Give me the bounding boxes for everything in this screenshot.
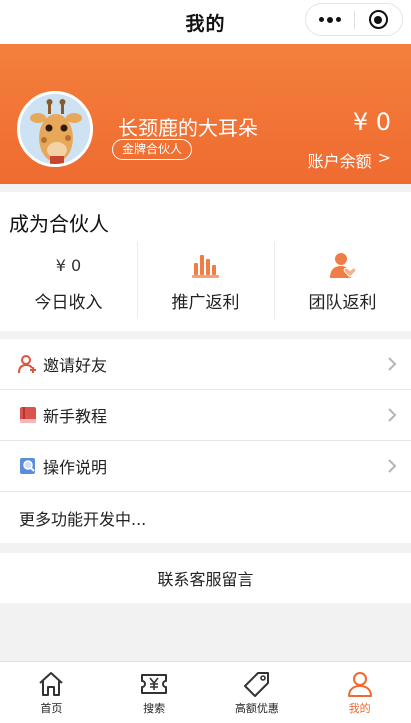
today-income-label: 今日收入 — [34, 293, 103, 313]
partner-section: 成为合伙人 ¥ 0 今日收入 推广返利 团队返利 — [0, 192, 411, 331]
mini-program-capsule — [305, 3, 403, 36]
tab-home-label: 首页 — [40, 702, 63, 715]
menu-item-beginner-tutorial[interactable]: 新手教程 — [0, 390, 411, 441]
team-heart-icon — [329, 253, 356, 278]
profile-page: 我的 长颈鹿的大耳朵 金牌合伙人 ¥ 0 账户余额 > 成为合伙人 ¥ 0 今日… — [0, 0, 411, 723]
more-button[interactable] — [306, 4, 354, 35]
close-mini-program-button[interactable] — [355, 4, 403, 35]
tab-search-label: 搜索 — [143, 702, 166, 715]
tag-icon — [243, 672, 269, 697]
tab-search[interactable]: 搜索 — [103, 662, 206, 723]
partner-section-title: 成为合伙人 — [9, 212, 109, 236]
chevron-right-icon — [388, 408, 397, 422]
contact-support-button[interactable]: 联系客服留言 — [0, 553, 411, 603]
account-balance-label: 账户余额 — [307, 152, 372, 171]
title-bar: 我的 — [0, 0, 411, 44]
account-balance-value: ¥ 0 — [352, 108, 391, 136]
ticket-yen-icon — [141, 674, 168, 694]
tab-mine-label: 我的 — [348, 702, 371, 715]
page-title: 我的 — [185, 12, 226, 35]
stat-team-rebate[interactable]: 团队返利 — [274, 242, 411, 319]
stat-today-income[interactable]: ¥ 0 今日收入 — [0, 242, 137, 319]
bar-chart-icon — [191, 255, 219, 278]
more-features-label: 更多功能开发中... — [19, 509, 147, 529]
stat-promotion-rebate[interactable]: 推广返利 — [137, 242, 274, 319]
promotion-rebate-label: 推广返利 — [171, 293, 240, 313]
tab-high-discount[interactable]: 高额优惠 — [206, 662, 309, 723]
menu-item-more-features: 更多功能开发中... — [0, 492, 411, 543]
more-dots-icon — [318, 16, 341, 23]
user-icon — [347, 672, 372, 697]
balance-arrow: > — [377, 148, 391, 167]
home-icon — [39, 672, 64, 696]
avatar[interactable] — [17, 91, 93, 167]
instructions-label: 操作说明 — [43, 458, 108, 477]
search-doc-icon — [20, 458, 35, 474]
account-balance-link[interactable]: 账户余额 > — [308, 148, 391, 172]
book-icon — [20, 407, 36, 423]
menu-item-instructions[interactable]: 操作说明 — [0, 441, 411, 492]
user-nickname: 长颈鹿的大耳朵 — [118, 116, 258, 140]
chevron-right-icon — [388, 459, 397, 473]
partner-stats: ¥ 0 今日收入 推广返利 团队返利 — [0, 242, 411, 319]
invite-friends-label: 邀请好友 — [43, 356, 108, 375]
giraffe-avatar-icon — [20, 94, 90, 164]
tab-bar: 首页 搜索 高额优惠 我的 — [0, 661, 411, 723]
team-rebate-label: 团队返利 — [308, 293, 377, 313]
tab-high-discount-label: 高额优惠 — [234, 702, 279, 715]
beginner-tutorial-label: 新手教程 — [43, 407, 108, 426]
today-income-value: ¥ 0 — [55, 255, 82, 275]
tab-mine[interactable]: 我的 — [308, 662, 411, 723]
chevron-right-icon — [388, 357, 397, 371]
target-circle-icon — [368, 10, 388, 29]
menu-list: 邀请好友 新手教程 操作说明 更多功能开发中... — [0, 339, 411, 543]
member-level-badge: 金牌合伙人 — [112, 139, 193, 160]
tab-home[interactable]: 首页 — [0, 662, 103, 723]
menu-item-invite-friends[interactable]: 邀请好友 — [0, 339, 411, 390]
invite-user-icon — [18, 355, 36, 374]
